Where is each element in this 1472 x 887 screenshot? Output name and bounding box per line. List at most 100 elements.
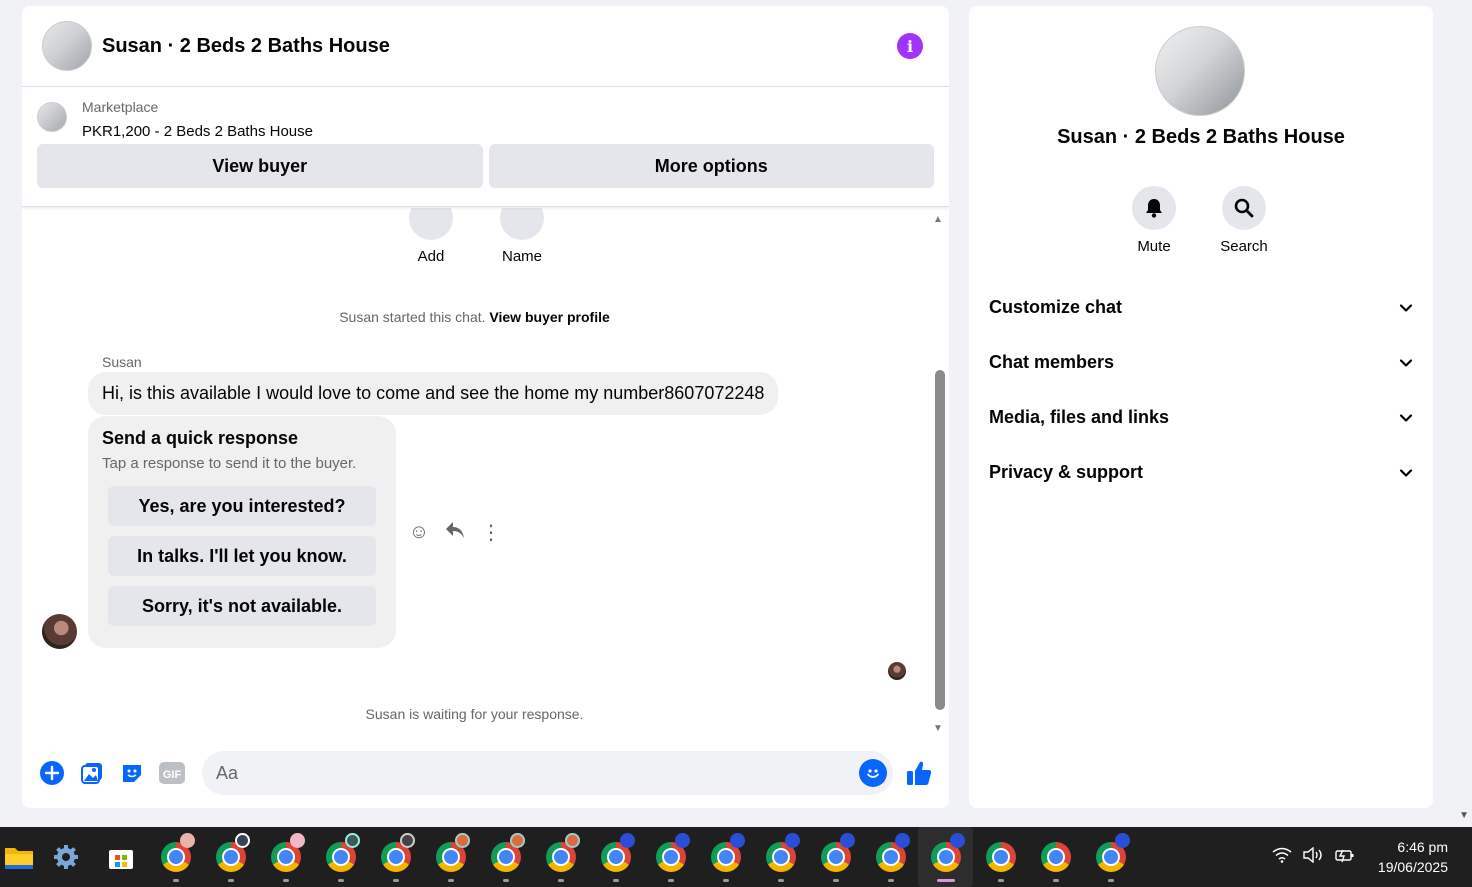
name-action[interactable]: Name (498, 208, 546, 265)
clock-time: 6:46 pm (1397, 839, 1448, 855)
quick-response-yes-button[interactable]: Yes, are you interested? (108, 486, 376, 526)
details-avatar[interactable] (1155, 26, 1245, 116)
seen-avatar (888, 662, 906, 680)
message-bubble[interactable]: Hi, is this available I would love to co… (88, 372, 779, 415)
chrome-icon[interactable] (808, 827, 863, 887)
message-list: Add Name Susan started this chat. View b… (22, 208, 927, 738)
info-icon[interactable]: i (897, 33, 923, 59)
react-icon[interactable]: ☺ (408, 521, 430, 544)
listing-name[interactable]: PKR1,200 - 2 Beds 2 Baths House (82, 123, 313, 140)
mute-action[interactable]: Mute (1132, 186, 1176, 255)
chrome-icon[interactable] (533, 827, 588, 887)
chevron-down-icon (1399, 468, 1413, 477)
store-icon[interactable] (93, 827, 148, 887)
taskbar: 6:46 pm 19/06/2025 (0, 827, 1472, 887)
clock[interactable]: 6:46 pm 19/06/2025 (1378, 837, 1448, 877)
svg-text:GIF: GIF (163, 769, 182, 781)
chrome-icon[interactable] (698, 827, 753, 887)
gif-icon[interactable]: GIF (152, 753, 192, 793)
chrome-icon[interactable] (148, 827, 203, 887)
customize-chat-label: Customize chat (989, 297, 1123, 317)
page-scroll-down-arrow-icon[interactable]: ▼ (1459, 810, 1469, 821)
file-explorer-icon[interactable] (0, 827, 38, 887)
system-tray: 6:46 pm 19/06/2025 (1272, 827, 1472, 887)
conversation-avatar[interactable] (42, 21, 92, 71)
message-scrollbar[interactable]: ▲ ▼ (932, 214, 945, 734)
thumbs-up-icon[interactable] (899, 753, 939, 793)
search-action[interactable]: Search (1217, 186, 1271, 255)
media-files-links-section[interactable]: Media, files and links (969, 390, 1433, 445)
chrome-icon[interactable] (478, 827, 533, 887)
quick-response-not-available-button[interactable]: Sorry, it's not available. (108, 586, 376, 626)
chevron-down-icon (1399, 358, 1413, 367)
message-input[interactable] (216, 762, 859, 784)
chrome-icon[interactable] (203, 827, 258, 887)
chrome-icon[interactable] (863, 827, 918, 887)
chrome-icon-active[interactable] (918, 827, 973, 887)
chrome-icon[interactable] (643, 827, 698, 887)
chat-panel: Susan · 2 Beds 2 Baths House i Marketpla… (22, 6, 949, 808)
view-buyer-button[interactable]: View buyer (37, 144, 483, 188)
privacy-support-section[interactable]: Privacy & support (969, 445, 1433, 500)
mute-label: Mute (1137, 238, 1171, 255)
conversation-title[interactable]: Susan · 2 Beds 2 Baths House (102, 35, 897, 58)
reply-icon[interactable] (444, 521, 466, 545)
quick-response-card: Send a quick response Tap a response to … (88, 416, 396, 648)
listing-source: Marketplace (82, 99, 159, 115)
waiting-notice: Susan is waiting for your response. (365, 706, 584, 722)
scroll-down-arrow-icon[interactable]: ▼ (932, 723, 944, 734)
add-attachment-icon[interactable] (32, 753, 72, 793)
scroll-thumb[interactable] (935, 370, 945, 710)
customize-chat-section[interactable]: Customize chat (969, 280, 1433, 335)
settings-icon[interactable] (38, 827, 93, 887)
chevron-down-icon (1399, 413, 1413, 422)
chat-members-label: Chat members (989, 352, 1115, 372)
view-buyer-profile-link[interactable]: View buyer profile (489, 309, 609, 325)
chrome-icon[interactable] (368, 827, 423, 887)
chrome-icon[interactable] (1028, 827, 1083, 887)
chrome-icon[interactable] (1083, 827, 1138, 887)
chrome-icon[interactable] (588, 827, 643, 887)
bell-icon (1132, 186, 1176, 230)
add-icon (409, 208, 453, 240)
chrome-icon[interactable] (258, 827, 313, 887)
privacy-support-label: Privacy & support (989, 462, 1144, 482)
chrome-icon[interactable] (753, 827, 808, 887)
volume-icon[interactable] (1302, 846, 1324, 868)
message-actions: ☺ ⋮ (408, 520, 502, 545)
chat-header: Susan · 2 Beds 2 Baths House i (22, 6, 949, 87)
chat-members-section[interactable]: Chat members (969, 335, 1433, 390)
chrome-icon[interactable] (973, 827, 1028, 887)
battery-icon[interactable] (1334, 847, 1356, 868)
quick-response-in-talks-button[interactable]: In talks. I'll let you know. (108, 536, 376, 576)
emoji-icon[interactable] (859, 759, 887, 787)
search-label: Search (1220, 238, 1268, 255)
chevron-down-icon (1399, 303, 1413, 312)
wifi-icon[interactable] (1272, 847, 1292, 868)
chrome-icon[interactable] (423, 827, 478, 887)
search-icon (1222, 186, 1266, 230)
scroll-up-arrow-icon[interactable]: ▲ (932, 214, 944, 225)
sender-avatar[interactable] (42, 614, 77, 649)
screen: Susan · 2 Beds 2 Baths House i Marketpla… (0, 0, 1472, 887)
details-sections: Customize chat Chat members Media, files… (969, 280, 1433, 500)
photo-icon[interactable] (72, 753, 112, 793)
message-input-wrapper (202, 751, 893, 795)
quick-response-subtitle: Tap a response to send it to the buyer. (102, 455, 357, 472)
details-title: Susan · 2 Beds 2 Baths House (1057, 126, 1345, 148)
sender-name: Susan (102, 354, 142, 370)
name-icon (500, 208, 544, 240)
chrome-icon[interactable] (313, 827, 368, 887)
listing-thumbnail[interactable] (37, 102, 67, 132)
clock-date: 19/06/2025 (1377, 859, 1448, 875)
chat-started-notice: Susan started this chat. View buyer prof… (22, 309, 927, 325)
chat-started-text: Susan started this chat. (339, 309, 486, 325)
add-label: Add (417, 248, 445, 265)
more-options-button[interactable]: More options (488, 144, 934, 188)
quick-response-title: Send a quick response (102, 428, 299, 448)
name-label: Name (501, 248, 542, 265)
marketplace-listing-card: Marketplace PKR1,200 - 2 Beds 2 Baths Ho… (22, 87, 949, 207)
add-action[interactable]: Add (408, 208, 454, 265)
more-icon[interactable]: ⋮ (480, 520, 502, 545)
sticker-icon[interactable] (112, 753, 152, 793)
